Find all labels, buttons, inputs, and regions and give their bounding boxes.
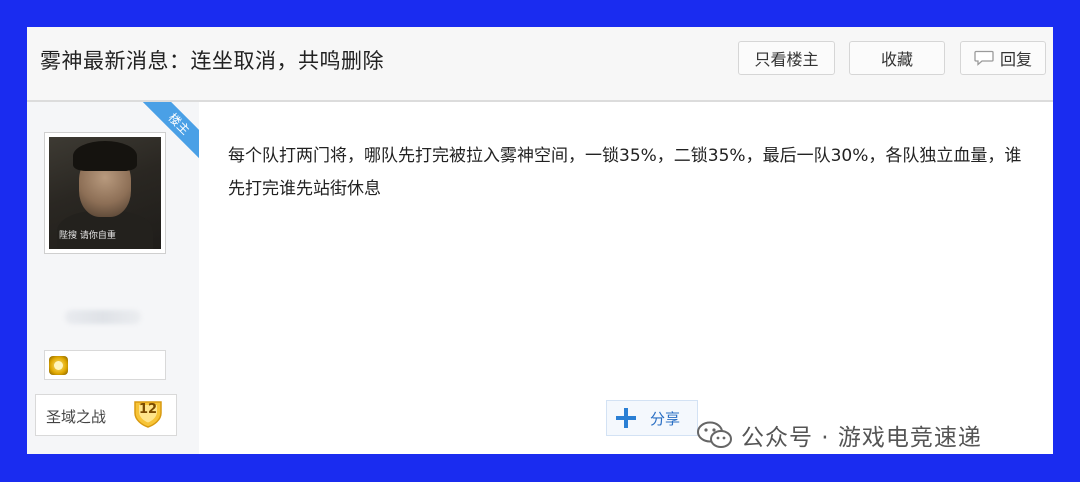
avatar-frame[interactable]: 陛搜 请你自重 <box>44 132 166 254</box>
rank-box: 圣域之战 12 <box>35 394 177 436</box>
author-sidebar: 楼主 陛搜 请你自重 圣域之战 12 <box>27 102 199 454</box>
watermark: 公众号 · 游戏电竞速递 <box>697 420 982 451</box>
avatar-figure-hair <box>73 141 137 171</box>
rank-level-badge: 12 <box>132 399 164 429</box>
speech-bubble-icon <box>974 50 994 66</box>
post-card: 雾神最新消息：连坐取消，共鸣删除 只看楼主 收藏 回复 楼主 陛搜 请你自重 圣… <box>27 27 1053 454</box>
post-content: 每个队打两门将，哪队先打完被拉入雾神空间，一锁35%，二锁35%，最后一队30%… <box>228 146 1022 199</box>
username-blurred[interactable] <box>65 310 141 324</box>
rank-name: 圣域之战 <box>46 408 107 426</box>
favorite-button[interactable]: 收藏 <box>849 41 945 75</box>
medal-icon[interactable] <box>49 356 68 375</box>
owner-only-button[interactable]: 只看楼主 <box>738 41 835 75</box>
medal-box <box>44 350 166 380</box>
thread-title: 雾神最新消息：连坐取消，共鸣删除 <box>40 49 384 73</box>
share-button[interactable]: 分享 <box>606 400 698 436</box>
wechat-icon <box>697 421 732 448</box>
avatar-caption: 陛搜 请你自重 <box>59 231 116 241</box>
avatar[interactable]: 陛搜 请你自重 <box>49 137 161 249</box>
watermark-text: 公众号 · 游戏电竞速递 <box>741 425 982 451</box>
thread-header: 雾神最新消息：连坐取消，共鸣删除 只看楼主 收藏 回复 <box>27 27 1053 102</box>
reply-button[interactable]: 回复 <box>960 41 1046 75</box>
plus-icon <box>616 408 636 428</box>
reply-button-label: 回复 <box>999 50 1032 69</box>
share-label: 分享 <box>650 409 681 428</box>
rank-level-number: 12 <box>138 402 158 417</box>
